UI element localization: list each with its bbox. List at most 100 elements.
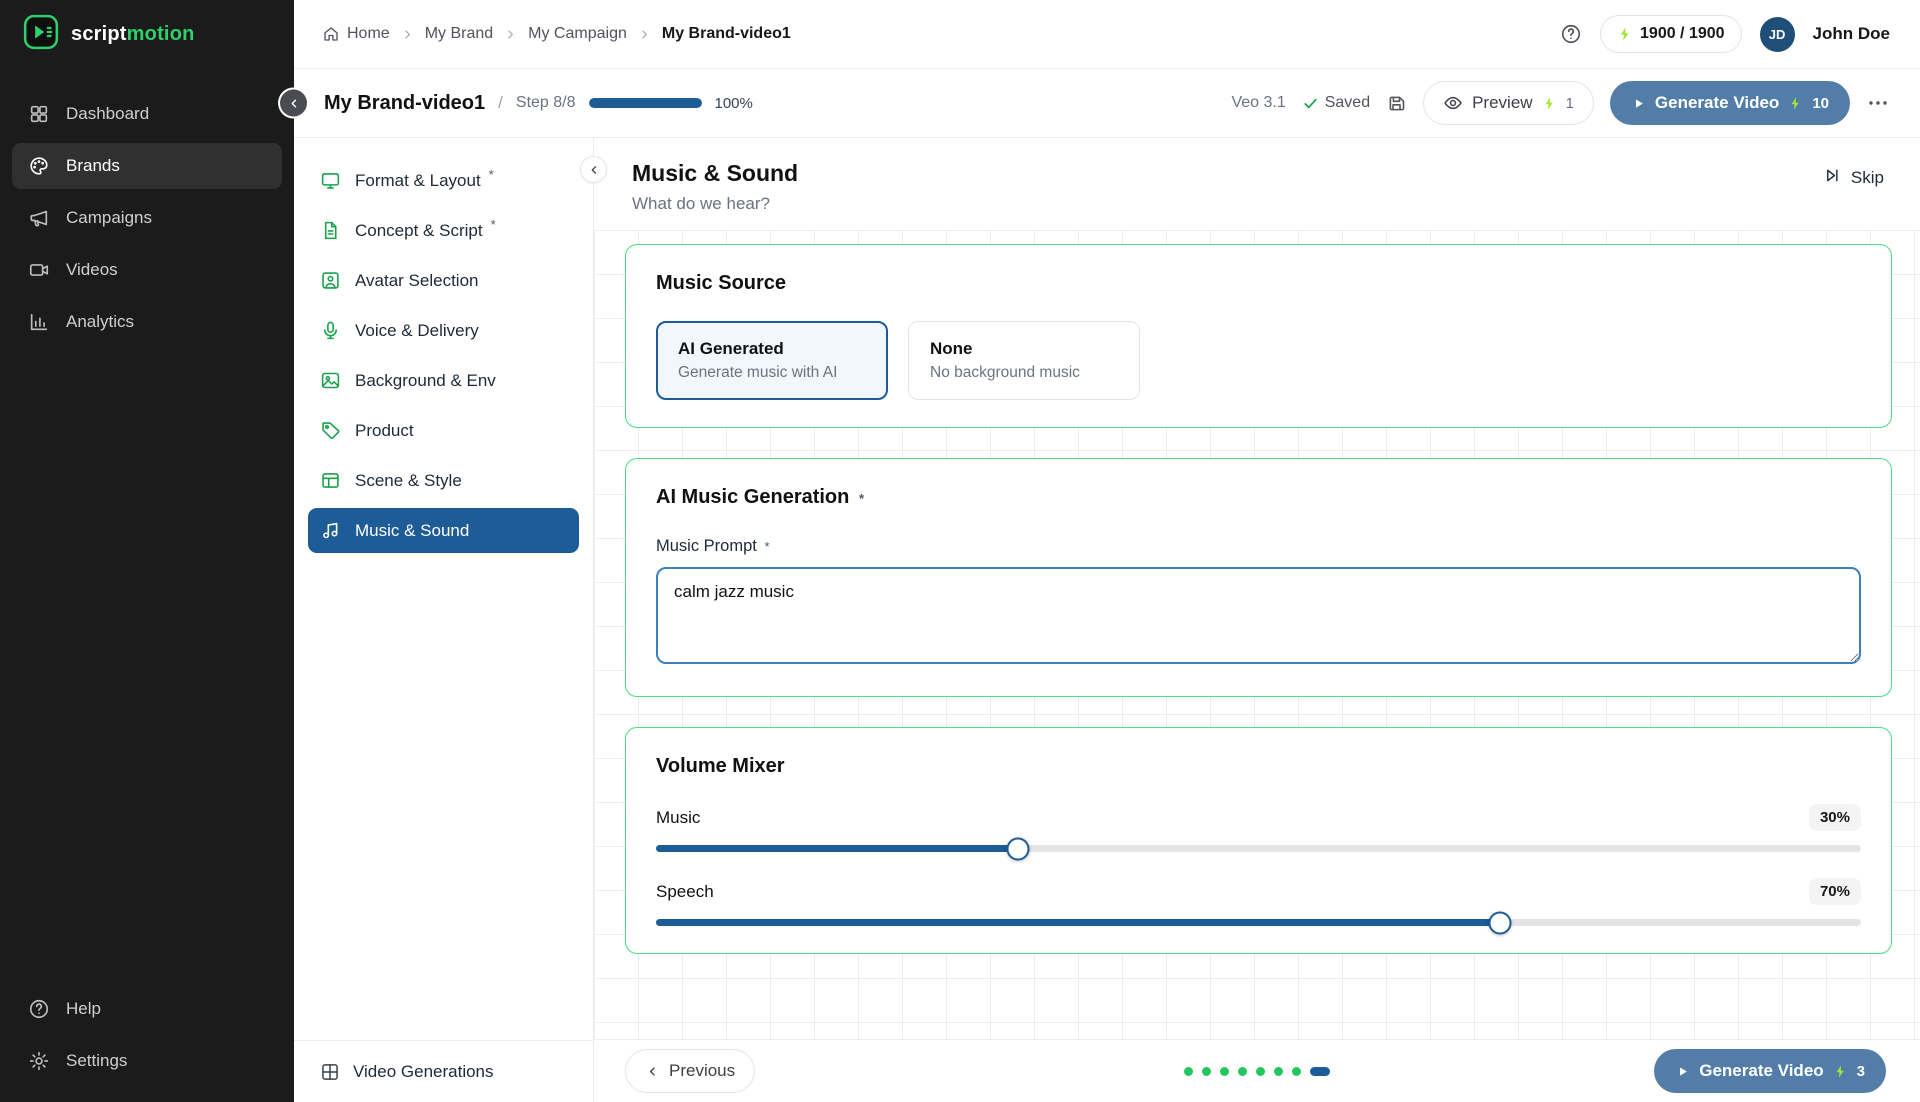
chevron-right-icon	[503, 27, 518, 42]
sidebar-item-brands[interactable]: Brands	[12, 143, 282, 189]
sidebar-item-settings[interactable]: Settings	[12, 1038, 282, 1084]
toolbar: My Brand-video1 / Step 8/8 100% Veo 3.1 …	[294, 69, 1920, 138]
logo-icon	[22, 13, 60, 56]
pagination-dot[interactable]	[1184, 1067, 1193, 1076]
speech-volume-slider[interactable]	[656, 919, 1861, 926]
step-item-concept-script[interactable]: Concept & Script*	[308, 208, 579, 253]
breadcrumb-home[interactable]: Home	[322, 25, 390, 43]
slider-thumb[interactable]	[1006, 837, 1029, 860]
user-name: John Doe	[1813, 24, 1890, 44]
music-source-title: Music Source	[656, 272, 1861, 295]
slider-fill	[656, 919, 1500, 926]
content-footer: Previous Generate Video 3	[594, 1039, 1920, 1102]
sidebar-item-help[interactable]: Help	[12, 986, 282, 1032]
content: Music & Sound What do we hear? Skip Musi…	[594, 138, 1920, 1102]
generate-video-button[interactable]: Generate Video 10	[1610, 81, 1850, 125]
app-logo[interactable]: scriptmotion	[0, 0, 294, 69]
progress-bar	[589, 98, 702, 108]
music-source-options: AI Generated Generate music with AI None…	[656, 321, 1861, 400]
bolt-icon	[1617, 26, 1633, 42]
breadcrumb-current: My Brand-video1	[662, 25, 791, 43]
avatar[interactable]: JD	[1760, 17, 1795, 52]
skip-button[interactable]: Skip	[1823, 166, 1884, 190]
music-volume-label: Music	[656, 808, 700, 828]
speech-volume-label: Speech	[656, 882, 714, 902]
more-options-button[interactable]	[1866, 91, 1890, 115]
saved-indicator: Saved	[1302, 94, 1370, 112]
ai-music-title: AI Music Generation *	[656, 486, 1861, 509]
preview-button[interactable]: Preview 1	[1423, 81, 1594, 125]
option-none[interactable]: None No background music	[908, 321, 1140, 400]
step-item-voice-delivery[interactable]: Voice & Delivery	[308, 308, 579, 353]
sidebar-item-campaigns[interactable]: Campaigns	[12, 195, 282, 241]
title-separator: /	[498, 93, 503, 113]
step-item-product[interactable]: Product	[308, 408, 579, 453]
help-button[interactable]	[1560, 23, 1582, 45]
toolbar-right: Veo 3.1 Saved Preview 1 Generate Video	[1231, 81, 1890, 125]
slider-thumb[interactable]	[1488, 911, 1511, 934]
tag-icon	[320, 420, 341, 441]
topbar: Home My Brand My Campaign My Brand-video…	[294, 0, 1920, 69]
bolt-icon	[1833, 1064, 1848, 1079]
sidebar-collapse-button[interactable]	[280, 90, 307, 117]
content-header: Music & Sound What do we hear? Skip	[594, 138, 1920, 230]
breadcrumb-my-campaign[interactable]: My Campaign	[528, 25, 627, 43]
document-icon	[320, 220, 341, 241]
page-subtitle: What do we hear?	[632, 194, 798, 214]
sidebar-item-dashboard[interactable]: Dashboard	[12, 91, 282, 137]
pagination-dot[interactable]	[1238, 1067, 1247, 1076]
previous-button[interactable]: Previous	[625, 1049, 755, 1093]
sidebar-item-label: Brands	[66, 156, 120, 176]
ai-music-generation-card: AI Music Generation * Music Prompt * cal…	[625, 458, 1892, 697]
step-item-format-layout[interactable]: Format & Layout*	[308, 158, 579, 203]
music-volume-row: Music 30%	[656, 804, 1861, 852]
chevron-left-icon	[287, 96, 301, 110]
gear-icon	[28, 1050, 50, 1072]
content-titles: Music & Sound What do we hear?	[632, 160, 798, 214]
pagination-dot[interactable]	[1292, 1067, 1301, 1076]
ellipsis-icon	[1866, 91, 1890, 115]
music-note-icon	[320, 520, 341, 541]
toolbar-left: My Brand-video1 / Step 8/8 100%	[324, 92, 753, 115]
pagination-dots	[1184, 1067, 1330, 1076]
breadcrumb-my-brand[interactable]: My Brand	[425, 25, 493, 43]
help-icon	[28, 998, 50, 1020]
sidebar-item-analytics[interactable]: Analytics	[12, 299, 282, 345]
music-volume-slider[interactable]	[656, 845, 1861, 852]
sidebar-item-label: Campaigns	[66, 208, 152, 228]
step-indicator: Step 8/8	[516, 94, 576, 112]
app-root: scriptmotion Dashboard Brands Campaigns	[0, 0, 1920, 1102]
main-column: Home My Brand My Campaign My Brand-video…	[294, 0, 1920, 1102]
step-item-background-env[interactable]: Background & Env	[308, 358, 579, 403]
workspace: Format & Layout* Concept & Script* Avata…	[294, 138, 1920, 1102]
pagination-dot[interactable]	[1202, 1067, 1211, 1076]
step-item-music-sound[interactable]: Music & Sound	[308, 508, 579, 553]
project-title: My Brand-video1	[324, 92, 485, 115]
step-item-scene-style[interactable]: Scene & Style	[308, 458, 579, 503]
sidebar-footer: Help Settings	[0, 986, 294, 1102]
bolt-icon	[1542, 96, 1557, 111]
steps-list: Format & Layout* Concept & Script* Avata…	[294, 138, 593, 553]
preview-cost: 1	[1566, 95, 1574, 112]
save-button[interactable]	[1386, 93, 1407, 114]
steps-panel: Format & Layout* Concept & Script* Avata…	[294, 138, 594, 1102]
pagination-dot-active[interactable]	[1310, 1067, 1330, 1076]
generate-label: Generate Video	[1655, 93, 1779, 113]
option-ai-generated[interactable]: AI Generated Generate music with AI	[656, 321, 888, 400]
video-generations-button[interactable]: Video Generations	[294, 1040, 593, 1102]
generate-video-button-footer[interactable]: Generate Video 3	[1654, 1049, 1886, 1093]
pagination-dot[interactable]	[1220, 1067, 1229, 1076]
step-item-avatar-selection[interactable]: Avatar Selection	[308, 258, 579, 303]
sidebar-item-videos[interactable]: Videos	[12, 247, 282, 293]
credits-badge[interactable]: 1900 / 1900	[1600, 15, 1742, 53]
preview-label: Preview	[1472, 93, 1532, 113]
topbar-right: 1900 / 1900 JD John Doe	[1560, 15, 1890, 53]
slider-fill	[656, 845, 1018, 852]
skip-forward-icon	[1823, 166, 1842, 190]
volume-mixer-card: Volume Mixer Music 30%	[625, 727, 1892, 954]
music-prompt-input[interactable]: calm jazz music	[656, 567, 1861, 664]
steps-collapse-button[interactable]	[580, 156, 607, 183]
sidebar-nav: Dashboard Brands Campaigns Videos	[0, 69, 294, 345]
pagination-dot[interactable]	[1274, 1067, 1283, 1076]
pagination-dot[interactable]	[1256, 1067, 1265, 1076]
